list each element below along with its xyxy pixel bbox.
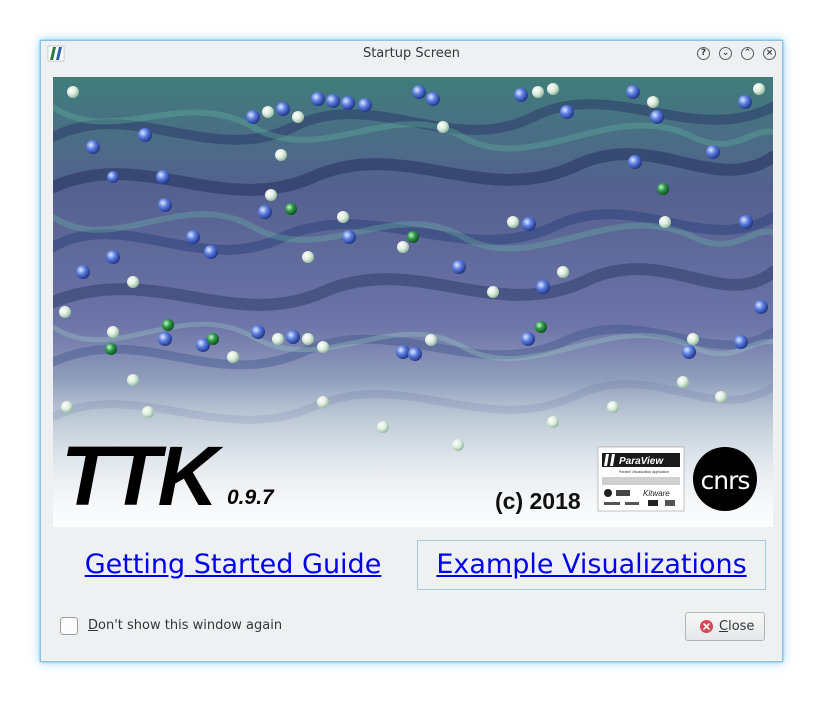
example-visualizations-link[interactable]: Example Visualizations — [417, 540, 766, 590]
ttk-banner-image: TTK 0.9.7 (c) 2018 ParaView Parallel Vis… — [53, 77, 773, 527]
ttk-logo-text: TTK — [61, 429, 224, 523]
paraview-logo-text: ParaView — [619, 456, 664, 467]
title-bar[interactable]: Startup Screen ? ⌄ ⌃ × — [41, 41, 782, 67]
dont-show-again-checkbox[interactable] — [60, 617, 78, 635]
dont-show-again-text: on't show this window again — [98, 618, 283, 633]
cnrs-logo: cnrs — [693, 447, 757, 511]
startup-window: Startup Screen ? ⌄ ⌃ × TTK 0.9.7 (c) 201… — [40, 40, 783, 662]
close-button-label: Close — [719, 619, 754, 634]
dont-show-again-mnemonic: D — [88, 618, 99, 633]
paraview-logo: ParaView Parallel Visualization Applicat… — [597, 446, 685, 512]
copyright-text: (c) 2018 — [495, 488, 581, 514]
terrain-illustration: TTK 0.9.7 (c) 2018 ParaView Parallel Vis… — [53, 77, 773, 527]
close-button[interactable]: Close — [685, 612, 765, 641]
kitware-text: Kitware — [643, 489, 670, 498]
close-text: lose — [728, 619, 755, 634]
getting-started-guide-link[interactable]: Getting Started Guide — [71, 540, 395, 590]
minimize-button[interactable]: ⌄ — [719, 47, 732, 60]
window-close-button[interactable]: × — [763, 47, 776, 60]
paraview-subtitle: Parallel Visualization Application — [619, 470, 669, 474]
dont-show-again-label[interactable]: Don't show this window again — [88, 618, 282, 633]
cnrs-logo-text: cnrs — [701, 466, 750, 495]
help-button[interactable]: ? — [697, 47, 710, 60]
close-icon — [700, 620, 713, 633]
maximize-button[interactable]: ⌃ — [741, 47, 754, 60]
close-mnemonic: C — [719, 619, 729, 634]
window-title: Startup Screen — [362, 46, 461, 61]
ttk-version: 0.9.7 — [227, 486, 275, 509]
